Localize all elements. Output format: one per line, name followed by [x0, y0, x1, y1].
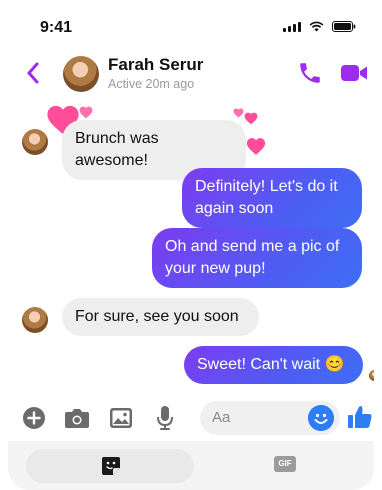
status-time: 9:41: [40, 19, 73, 36]
heart-icon: [79, 106, 93, 119]
gif-tab[interactable]: GIF: [274, 456, 296, 472]
phone-icon[interactable]: [297, 60, 323, 86]
message-input[interactable]: Aa: [200, 401, 340, 435]
microphone-icon[interactable]: [156, 405, 174, 431]
bottom-tab-bar: GIF: [8, 441, 374, 490]
image-icon[interactable]: [109, 407, 133, 429]
back-chevron-icon[interactable]: [26, 62, 40, 84]
sender-avatar[interactable]: [22, 129, 48, 155]
contact-name[interactable]: Farah Serur: [108, 55, 203, 75]
sticker-tab[interactable]: [26, 449, 194, 483]
messenger-screen: 9:41 Farah Serur Active 20m ago Brunch w…: [8, 0, 374, 490]
status-icons: [283, 21, 356, 32]
message-input-placeholder: Aa: [212, 409, 231, 426]
message-bubble-incoming[interactable]: For sure, see you soon: [62, 298, 259, 336]
message-bubble-outgoing[interactable]: Definitely! Let's do it again soon: [182, 168, 362, 228]
active-status: Active 20m ago: [108, 77, 195, 91]
signal-icon: [283, 21, 301, 32]
battery-icon: [332, 21, 356, 32]
message-composer: Aa: [8, 395, 374, 441]
gif-icon: GIF: [278, 459, 292, 468]
camera-icon[interactable]: [64, 407, 90, 429]
wifi-icon: [309, 21, 324, 32]
heart-icon: [244, 112, 258, 125]
add-icon[interactable]: [23, 407, 45, 429]
emoji-icon[interactable]: [308, 405, 334, 431]
thumbs-up-icon[interactable]: [347, 404, 373, 430]
message-bubble-outgoing[interactable]: Sweet! Can't wait 😊: [184, 346, 363, 384]
sticker-icon: [102, 457, 120, 475]
heart-icon: [246, 138, 266, 155]
message-bubble-outgoing[interactable]: Oh and send me a pic of your new pup!: [152, 228, 362, 288]
heart-icon: [233, 108, 244, 118]
contact-avatar[interactable]: [63, 56, 99, 92]
seen-receipt-avatar: [369, 370, 374, 381]
sender-avatar[interactable]: [22, 307, 48, 333]
conversation-header: Farah Serur Active 20m ago: [8, 50, 374, 100]
status-bar: 9:41: [8, 16, 374, 40]
video-camera-icon[interactable]: [340, 62, 368, 84]
